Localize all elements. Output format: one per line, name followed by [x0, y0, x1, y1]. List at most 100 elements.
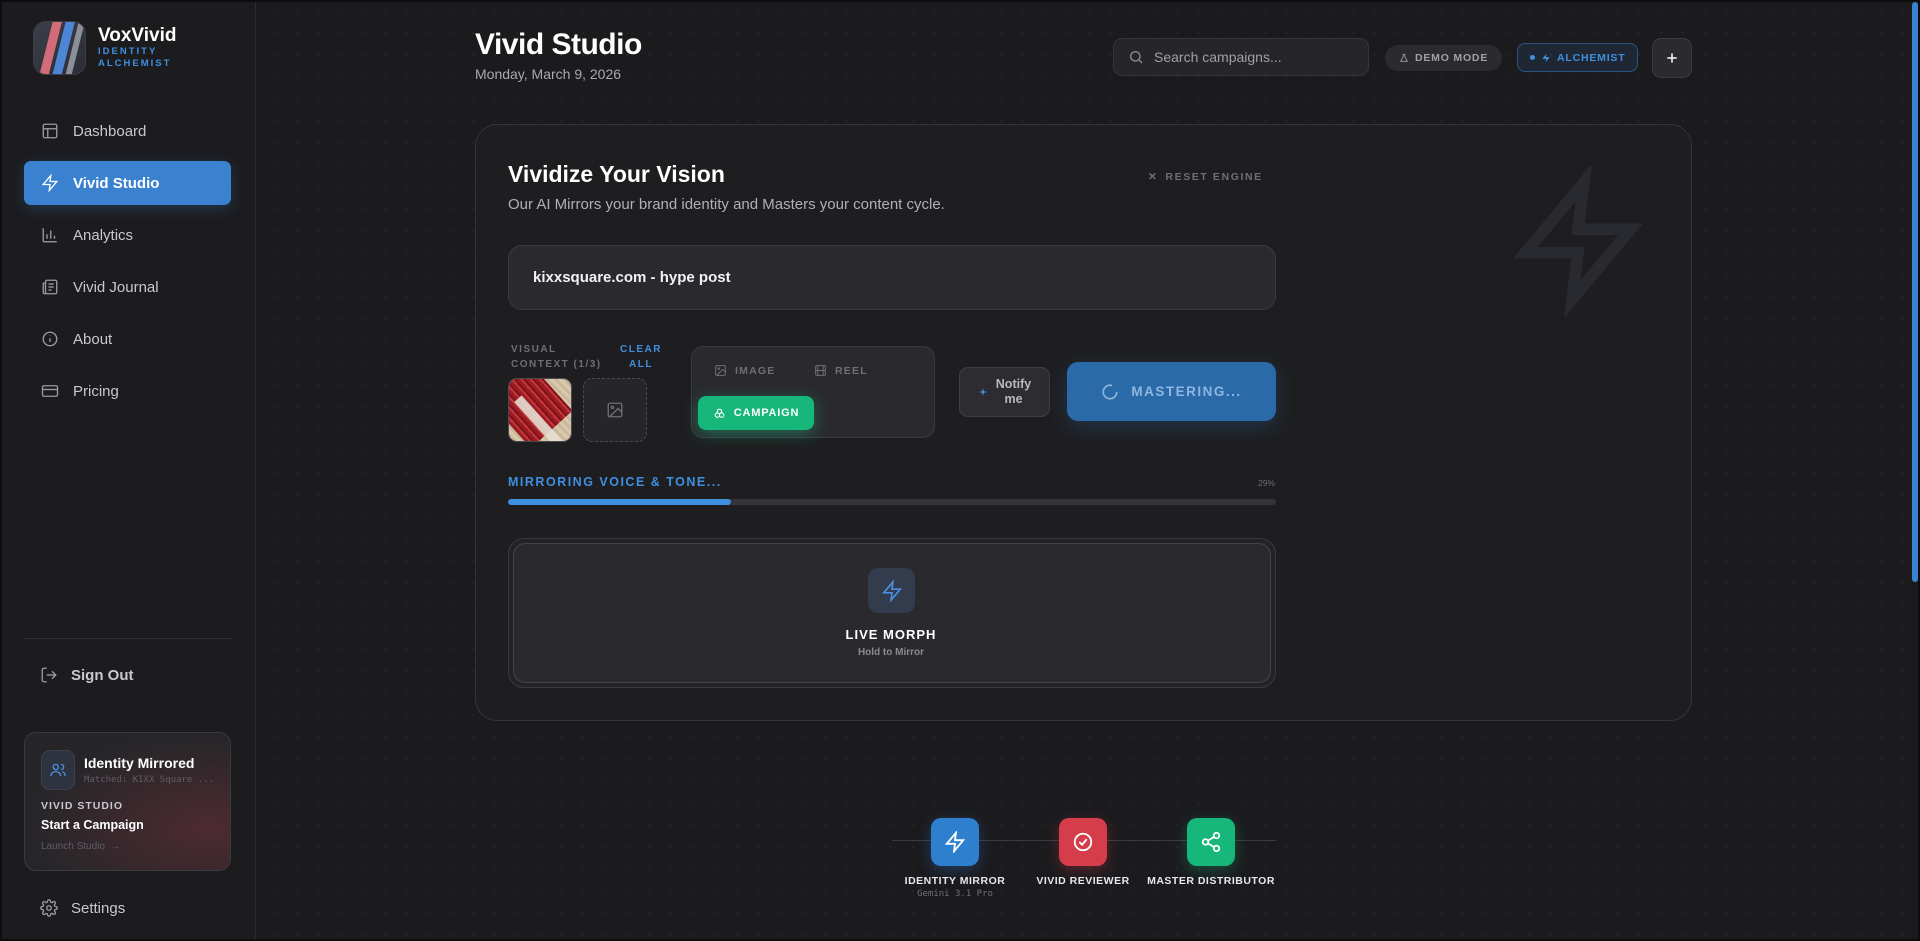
type-option-campaign[interactable]: CAMPAIGN — [698, 396, 814, 430]
demo-mode-label: DEMO MODE — [1415, 52, 1489, 64]
sidebar-item-vivid-studio[interactable]: Vivid Studio — [24, 161, 231, 205]
settings-link[interactable]: Settings — [40, 899, 125, 917]
sparkle-icon — [978, 387, 987, 397]
sidebar-item-label: About — [73, 330, 113, 348]
demo-mode-badge[interactable]: DEMO MODE — [1385, 45, 1503, 71]
visual-context-line1: VISUAL — [511, 344, 557, 355]
type-option-image[interactable]: IMAGE — [714, 364, 775, 377]
layers-icon — [714, 408, 725, 418]
reset-engine-label: RESET ENGINE — [1165, 171, 1263, 183]
brand-name: VoxVivid — [98, 25, 177, 46]
sidebar-item-label: Vivid Journal — [73, 278, 159, 296]
sidebar-item-pricing[interactable]: Pricing — [24, 369, 231, 413]
sidebar: VoxVivid IDENTITY ALCHEMIST Dashboard Vi… — [0, 0, 256, 941]
notify-me-label: Notify me — [996, 377, 1031, 407]
studio-subtitle: Our AI Mirrors your brand identity and M… — [508, 196, 945, 213]
identity-card[interactable]: Identity Mirrored Matched: KIXX Square .… — [24, 732, 231, 871]
gear-icon — [40, 899, 58, 917]
identity-mirror-node[interactable] — [931, 818, 979, 866]
brand-logo — [33, 21, 86, 75]
search-input[interactable] — [1154, 49, 1344, 65]
prompt-input[interactable] — [508, 245, 1276, 310]
launch-studio-label: Launch Studio — [41, 841, 105, 852]
close-icon: ✕ — [1148, 171, 1159, 183]
brand[interactable]: VoxVivid IDENTITY ALCHEMIST — [33, 21, 177, 75]
check-circle-icon — [1073, 832, 1093, 852]
bolt-icon — [1542, 53, 1550, 62]
image-icon — [607, 402, 623, 418]
bar-chart-icon — [42, 228, 57, 243]
sidebar-item-analytics[interactable]: Analytics — [24, 213, 231, 257]
notify-me-button[interactable]: Notify me — [959, 367, 1050, 417]
sidebar-item-vivid-journal[interactable]: Vivid Journal — [24, 265, 231, 309]
sidebar-nav: Dashboard Vivid Studio Analytics Vivid J… — [24, 109, 231, 421]
spinner-icon — [1102, 383, 1118, 400]
live-morph-subtitle: Hold to Mirror — [857, 647, 925, 658]
identity-card-cta: Start a Campaign — [41, 818, 144, 832]
sign-out-button[interactable]: Sign Out — [40, 666, 134, 684]
context-image-thumbnail[interactable] — [508, 378, 572, 442]
reset-engine-button[interactable]: ✕ RESET ENGINE — [1148, 171, 1263, 183]
identity-card-icon-box — [41, 750, 75, 790]
master-button-label: MASTERING... — [1131, 384, 1242, 399]
identity-card-section: VIVID STUDIO — [41, 800, 124, 812]
bolt-icon — [41, 174, 59, 192]
sidebar-item-label: Analytics — [73, 226, 134, 244]
type-option-label: IMAGE — [735, 364, 776, 377]
add-image-button[interactable] — [583, 378, 647, 442]
users-icon — [50, 763, 66, 777]
arrow-right-icon: → — [107, 841, 121, 852]
identity-card-title: Identity Mirrored — [83, 755, 195, 771]
progress-percent: 29% — [1258, 478, 1276, 488]
search-box[interactable] — [1113, 38, 1369, 76]
clear-all-button[interactable]: CLEAR ALL — [620, 342, 662, 372]
type-option-label: CAMPAIGN — [733, 407, 800, 419]
clear-all-line1: CLEAR — [620, 344, 662, 355]
brand-subtitle-line1: IDENTITY — [98, 46, 158, 57]
progress-fill — [508, 499, 731, 505]
sidebar-item-about[interactable]: About — [24, 317, 231, 361]
master-distributor-node[interactable] — [1187, 818, 1235, 866]
layout-icon — [42, 123, 58, 139]
plus-icon — [1667, 53, 1677, 63]
live-morph-title: LIVE MORPH — [845, 627, 937, 642]
log-out-icon — [41, 667, 57, 683]
page-date: Monday, March 9, 2026 — [475, 66, 622, 82]
brand-subtitle-line2: ALCHEMIST — [98, 58, 172, 69]
flask-icon — [1399, 53, 1409, 62]
newspaper-icon — [42, 279, 58, 295]
pipeline-label: MASTER DISTRIBUTOR — [1147, 875, 1275, 887]
status-dot — [1530, 55, 1535, 60]
live-morph-button[interactable] — [513, 543, 1271, 683]
page-title: Vivid Studio — [475, 28, 642, 61]
master-button[interactable]: MASTERING... — [1067, 362, 1276, 421]
sign-out-label: Sign Out — [71, 666, 134, 684]
sidebar-item-label: Pricing — [73, 382, 119, 400]
bolt-icon — [944, 831, 966, 853]
sidebar-item-label: Vivid Studio — [73, 174, 160, 192]
sidebar-item-label: Dashboard — [73, 122, 147, 140]
info-icon — [42, 331, 58, 347]
vivid-reviewer-node[interactable] — [1059, 818, 1107, 866]
film-icon — [815, 365, 826, 376]
progress-bar — [508, 499, 1276, 505]
scrollbar-thumb[interactable] — [1912, 2, 1918, 582]
sidebar-divider — [24, 638, 231, 639]
share-icon — [1201, 831, 1221, 853]
pipeline-model: Gemini 3.1 Pro — [917, 889, 993, 899]
live-morph-icon-box — [868, 568, 915, 613]
plan-badge[interactable]: ALCHEMIST — [1517, 43, 1639, 72]
notify-line2: me — [1004, 392, 1023, 406]
visual-context-line2: CONTEXT (1/3) — [511, 359, 602, 370]
sidebar-item-dashboard[interactable]: Dashboard — [24, 109, 231, 153]
add-button[interactable] — [1652, 38, 1692, 78]
image-icon — [715, 365, 726, 376]
plan-badge-label: ALCHEMIST — [1557, 51, 1626, 64]
bolt-icon — [881, 579, 902, 602]
visual-context-label: VISUAL CONTEXT (1/3) — [511, 342, 602, 372]
type-option-label: REEL — [835, 364, 868, 377]
launch-studio-link[interactable]: Launch Studio → — [41, 841, 214, 852]
settings-label: Settings — [71, 899, 126, 917]
identity-card-matched: Matched: KIXX Square ... — [83, 775, 214, 785]
type-option-reel[interactable]: REEL — [814, 364, 868, 377]
